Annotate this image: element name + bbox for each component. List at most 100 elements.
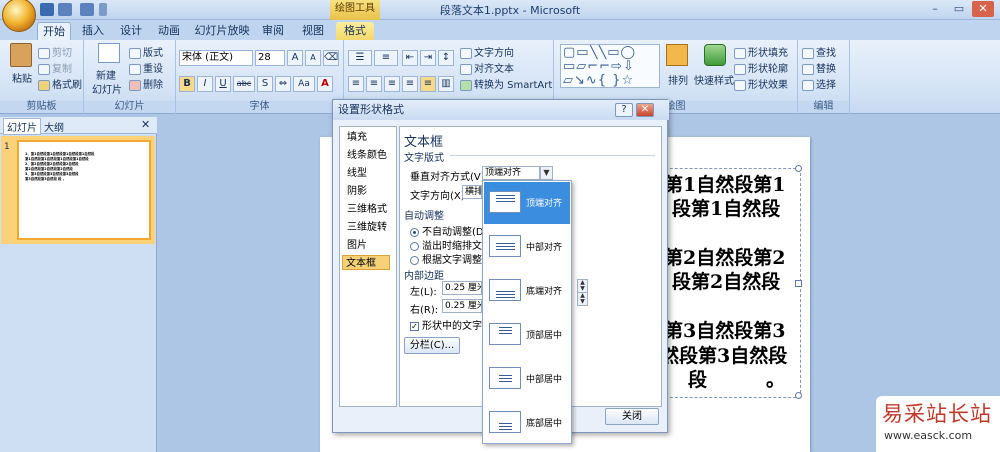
wrap-text-checkbox[interactable]: ✓ 形状中的文字自	[410, 317, 492, 332]
tab-view[interactable]: 视图	[298, 22, 328, 40]
align-center-icon[interactable]: ≡	[366, 76, 382, 92]
shapes-gallery[interactable]: ▢▭╲╲▭◯ ▭▱⌐⌐⇨⇩ ▱↘∿{ }☆	[560, 44, 660, 88]
valign-select[interactable]: 顶端对齐	[482, 166, 540, 180]
dialog-close-button[interactable]: 关闭	[605, 408, 659, 425]
numbering-icon[interactable]: ≡	[374, 50, 398, 66]
tab-insert[interactable]: 插入	[78, 22, 108, 40]
smartart-button[interactable]: 转换为 SmartArt	[460, 76, 552, 91]
arrange-label[interactable]: 排列	[668, 72, 688, 87]
line-spacing-icon[interactable]: ↕	[438, 50, 454, 66]
clear-format-icon[interactable]: ⌫	[323, 50, 339, 66]
nav-line-color[interactable]: 线条颜色	[344, 148, 390, 163]
nav-3d-format[interactable]: 三维格式	[344, 202, 390, 217]
nav-text-box[interactable]: 文本框	[342, 255, 390, 270]
spinner-arrows-icon[interactable]: ▲ ▼	[577, 292, 588, 306]
chevron-down-icon[interactable]: ▼	[540, 166, 553, 180]
justify-icon[interactable]: ≡	[402, 76, 418, 92]
nav-3d-rotation[interactable]: 三维旋转	[344, 220, 390, 235]
shape-fill-button[interactable]: 形状填充	[734, 44, 788, 59]
select-button[interactable]: 选择	[802, 76, 836, 91]
paste-button[interactable]: 粘贴	[12, 70, 32, 85]
arrange-icon[interactable]	[666, 44, 688, 66]
bullets-icon[interactable]: ☰	[348, 50, 372, 66]
resize-handle[interactable]	[795, 280, 802, 287]
grow-font-button[interactable]: A	[287, 50, 303, 66]
increase-indent-icon[interactable]: ⇥	[420, 50, 436, 66]
italic-button[interactable]: I	[197, 76, 213, 92]
align-left-icon[interactable]: ≡	[348, 76, 364, 92]
nav-line-style[interactable]: 线型	[344, 166, 370, 181]
shape-effects-button[interactable]: 形状效果	[734, 76, 788, 91]
tab-review[interactable]: 审阅	[258, 22, 288, 40]
resize-handle[interactable]	[795, 392, 802, 399]
columns-button[interactable]: 分栏(C)...	[404, 337, 460, 354]
resize-handle[interactable]	[795, 165, 802, 172]
new-slide-label[interactable]: 新建	[96, 67, 116, 82]
font-size-combo[interactable]: 28	[255, 50, 285, 66]
valign-option-bottom[interactable]: 底端对齐	[484, 270, 570, 312]
minimize-button[interactable]: –	[924, 1, 946, 17]
autofit-option[interactable]: 不自动调整(D)	[410, 223, 488, 238]
tab-slides[interactable]: 幻灯片	[3, 118, 41, 135]
columns-icon[interactable]: ▥	[438, 76, 454, 92]
valign-option-top-centered[interactable]: 顶部居中	[484, 314, 570, 356]
valign-option-middle-centered[interactable]: 中部居中	[484, 358, 570, 400]
layout-button[interactable]: 版式	[129, 44, 163, 59]
close-window-button[interactable]: ✕	[972, 1, 994, 17]
copy-button[interactable]: 复制	[38, 60, 72, 75]
slide-thumbnail[interactable]: 1、第1自然段第1自然段第1自然段第1自然段 第1自然段第1自然段第1自然段第1…	[17, 140, 151, 240]
new-slide-icon[interactable]	[98, 43, 120, 63]
replace-button[interactable]: 替换	[802, 60, 836, 75]
text-direction-button[interactable]: 文字方向	[460, 44, 514, 59]
reset-button[interactable]: 重设	[129, 60, 163, 75]
quick-styles-icon[interactable]	[704, 44, 726, 66]
distribute-icon[interactable]: ≡	[420, 76, 436, 92]
tab-animation[interactable]: 动画	[154, 22, 184, 40]
text-direction-select[interactable]: 横排	[462, 185, 482, 199]
tab-outline[interactable]: 大纲	[44, 119, 64, 134]
left-margin-input[interactable]: 0.25 厘米	[442, 281, 482, 295]
dialog-close-icon[interactable]: ✕	[636, 103, 654, 117]
shape-outline-button[interactable]: 形状轮廓	[734, 60, 788, 75]
bold-button[interactable]: B	[179, 76, 195, 92]
save-icon[interactable]	[40, 3, 54, 16]
maximize-button[interactable]: ▭	[948, 1, 970, 17]
nav-picture[interactable]: 图片	[344, 238, 370, 253]
autofit-option[interactable]: 溢出时缩排文字	[410, 237, 492, 252]
tab-slideshow[interactable]: 幻灯片放映	[194, 22, 250, 40]
find-button[interactable]: 查找	[802, 44, 836, 59]
align-right-icon[interactable]: ≡	[384, 76, 400, 92]
valign-option-middle[interactable]: 中部对齐	[484, 226, 570, 268]
new-slide-label-2[interactable]: 幻灯片	[92, 81, 122, 96]
tab-design[interactable]: 设计	[116, 22, 146, 40]
char-spacing-icon[interactable]: ⇔	[275, 76, 291, 92]
customize-quick-access-icon[interactable]	[99, 3, 107, 16]
valign-option-bottom-centered[interactable]: 底部居中	[484, 402, 570, 444]
strikethrough-button[interactable]: abc	[233, 76, 255, 92]
nav-shadow[interactable]: 阴影	[344, 184, 370, 199]
cut-button[interactable]: 剪切	[38, 44, 72, 59]
shadow-button[interactable]: S	[257, 76, 273, 92]
spinner-arrows-icon[interactable]: ▲ ▼	[577, 279, 588, 293]
undo-icon[interactable]	[58, 3, 72, 16]
decrease-indent-icon[interactable]: ⇤	[402, 50, 418, 66]
shrink-font-button[interactable]: A	[305, 50, 321, 66]
tab-format[interactable]: 格式	[336, 22, 374, 40]
nav-fill[interactable]: 填充	[344, 130, 370, 145]
close-pane-icon[interactable]: ✕	[141, 118, 150, 131]
underline-button[interactable]: U	[215, 76, 231, 92]
redo-icon[interactable]	[80, 3, 94, 16]
quick-styles-label[interactable]: 快速样式	[694, 72, 734, 87]
delete-button[interactable]: 删除	[129, 76, 163, 91]
dialog-help-button[interactable]: ?	[615, 103, 633, 117]
tab-home[interactable]: 开始	[37, 22, 71, 40]
valign-option-top[interactable]: 顶端对齐	[484, 182, 570, 224]
change-case-button[interactable]: Aa	[293, 76, 315, 92]
font-name-combo[interactable]: 宋体 (正文)	[179, 50, 253, 66]
align-text-button[interactable]: 对齐文本	[460, 60, 514, 75]
font-color-icon[interactable]: A	[317, 76, 333, 92]
paste-icon[interactable]	[10, 43, 32, 67]
autofit-option[interactable]: 根据文字调整形	[410, 251, 492, 266]
format-painter-button[interactable]: 格式刷	[38, 76, 82, 91]
right-margin-input[interactable]: 0.25 厘米	[442, 299, 482, 313]
